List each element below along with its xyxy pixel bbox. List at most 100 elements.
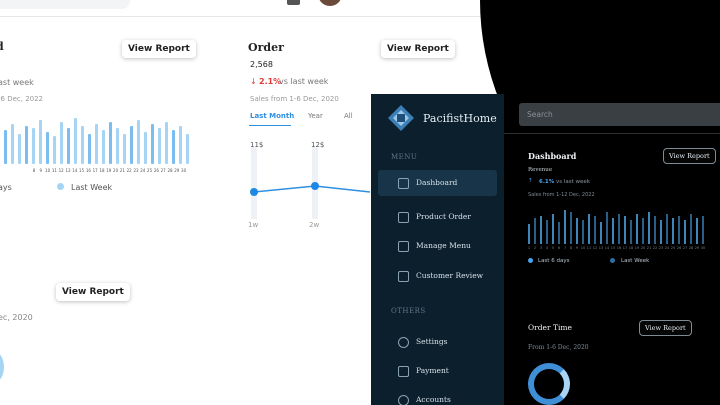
dashboard-bar [618, 214, 620, 244]
legend-last-label: Last Week [71, 183, 113, 192]
tab-all[interactable]: All [344, 112, 353, 120]
card-icon [398, 366, 409, 377]
dashboard-bar [696, 218, 698, 244]
sidebar-item-manage-menu[interactable]: Manage Menu [378, 233, 497, 259]
sidebar-item-dashboard[interactable]: Dashboard [378, 170, 497, 196]
dashboard-axis-tick: 27 [682, 246, 688, 250]
order-time-range-text: ec, 2020 [0, 313, 33, 322]
dashboard-bar [630, 220, 632, 244]
revenue-bar [32, 128, 35, 164]
tab-year[interactable]: Year [308, 112, 323, 120]
order-trend-arrow: ↓ [250, 77, 257, 86]
dashboard-bar [552, 214, 554, 244]
dashboard-bar [654, 216, 656, 244]
menu-icon [398, 241, 409, 252]
order-view-report-button[interactable]: View Report [381, 40, 455, 58]
revenue-bar [151, 124, 154, 164]
dashboard-axis-tick: 10 [580, 246, 586, 250]
sidebar-item-settings[interactable]: Settings [378, 329, 497, 355]
dashboard-axis-tick: 7 [563, 246, 567, 250]
dashboard-axis-tick: 9 [575, 246, 579, 250]
revenue-bar [123, 134, 126, 164]
order-trend-pct: 2.1% [259, 77, 282, 86]
search-placeholder: Search [527, 110, 553, 119]
revenue-bar [165, 122, 168, 164]
sidebar-item-customer-review[interactable]: Customer Review [378, 263, 497, 289]
brand-name: PacifistHome [423, 112, 497, 125]
revenue-bar [172, 130, 175, 164]
revenue-axis-tick: 9 [39, 168, 43, 173]
dashboard-bar [600, 222, 602, 244]
revenue-axis-tick: 14 [72, 168, 78, 173]
dashboard-bar [648, 212, 650, 244]
search-bar-light[interactable] [0, 0, 130, 9]
order-point-1w [250, 188, 258, 196]
dashboard-trend-pct: 6.1% [539, 179, 555, 185]
dashboard-bar [660, 220, 662, 244]
revenue-bar [95, 124, 98, 164]
dashboard-axis-tick: 15 [610, 246, 616, 250]
dashboard-bar [576, 218, 578, 244]
revenue-bar [11, 124, 14, 164]
dashboard-axis-tick: 23 [658, 246, 664, 250]
dashboard-view-report-button[interactable]: View Report [663, 148, 716, 164]
dashboard-axis-tick: 2 [533, 246, 537, 250]
dashboard-bar [546, 220, 548, 244]
order-time-view-report-button[interactable]: View Report [56, 283, 130, 301]
revenue-range-text: -6 Dec, 2022 [0, 95, 44, 103]
dashboard-bar [564, 210, 566, 244]
order-time-donut [528, 363, 570, 405]
revenue-axis-tick: 22 [126, 168, 132, 173]
bell-icon[interactable] [287, 0, 300, 5]
dashboard-trend-arrow: ↑ [528, 178, 533, 184]
revenue-bar [130, 126, 133, 164]
dashboard-bar [624, 216, 626, 244]
dashboard-axis-tick: 30 [700, 246, 706, 250]
sidebar-item-payment[interactable]: Payment [378, 358, 497, 384]
search-input[interactable]: Search [519, 103, 720, 126]
dark-header-divider [504, 133, 720, 134]
review-icon [398, 271, 409, 282]
dashboard-axis-tick: 20 [640, 246, 646, 250]
revenue-bar [60, 122, 63, 164]
avatar[interactable] [318, 0, 342, 6]
tab-last-month[interactable]: Last Month [250, 112, 294, 120]
revenue-axis-tick: 11 [51, 168, 57, 173]
revenue-axis-tick: 20 [113, 168, 119, 173]
sidebar-item-label: Manage Menu [416, 241, 471, 250]
revenue-bar [46, 132, 49, 164]
revenue-bar [81, 126, 84, 164]
sidebar-item-accounts[interactable]: Accounts [378, 387, 497, 405]
revenue-bar [25, 126, 28, 164]
revenue-view-report-button[interactable]: View Report [122, 40, 196, 58]
diamond-logo-icon [388, 105, 414, 131]
dashboard-bar [588, 214, 590, 244]
dashboard-bar [570, 212, 572, 244]
dashboard-axis-tick: 17 [622, 246, 628, 250]
dashboard-bar [606, 212, 608, 244]
sidebar-item-label: Settings [416, 337, 448, 346]
order-time-view-report-button-dark[interactable]: View Report [639, 320, 692, 336]
revenue-axis-tick: 12 [58, 168, 64, 173]
dashboard-axis-tick: 24 [664, 246, 670, 250]
screenshot-stage: d View Report ast week -6 Dec, 2022 8910… [0, 0, 720, 405]
order-time-title: Order Time [528, 323, 572, 332]
header-divider [0, 16, 500, 17]
revenue-axis-tick: 21 [119, 168, 125, 173]
dashboard-bar [666, 214, 668, 244]
dashboard-bar [684, 220, 686, 244]
sidebar-item-label: Customer Review [416, 271, 484, 280]
dashboard-axis-tick: 26 [676, 246, 682, 250]
order-icon [398, 212, 409, 223]
dashboard-range-text: Sales from 1-12 Dec, 2022 [528, 192, 595, 198]
revenue-axis-tick: 30 [181, 168, 187, 173]
dashboard-bar [540, 216, 542, 244]
sidebar-item-label: Payment [416, 366, 449, 375]
legend-current-dot [528, 258, 533, 263]
order-trend-text: vs last week [279, 77, 329, 86]
revenue-bar [137, 120, 140, 164]
order-week-label-2: 2w [309, 221, 320, 229]
sidebar-item-product-order[interactable]: Product Order [378, 204, 497, 230]
revenue-bar [158, 128, 161, 164]
dashboard-axis-tick: 16 [616, 246, 622, 250]
